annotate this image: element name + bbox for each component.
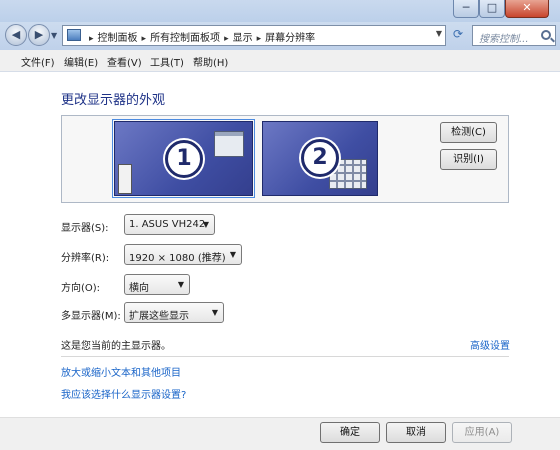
title-bar: ─ □ ✕ (0, 0, 560, 22)
detect-button[interactable]: 检测(C) (440, 122, 497, 143)
forward-arrow-icon: ▶ (34, 28, 44, 41)
breadcrumb-separator-icon[interactable]: ▸ (142, 34, 147, 44)
address-bar[interactable]: ▸ 控制面板 ▸ 所有控制面板项 ▸ 显示 ▸ 屏幕分辨率 ▼ (62, 25, 446, 46)
recent-pages-dropdown-icon[interactable]: ▼ (51, 31, 57, 40)
resolution-select[interactable]: 1920 × 1080 (推荐) ▼ (124, 244, 242, 265)
main-display-info: 这是您当前的主显示器。 (61, 341, 171, 352)
menu-view[interactable]: 查看(V) (107, 54, 142, 69)
search-placeholder: 搜索控制... (479, 34, 529, 45)
menu-edit[interactable]: 编辑(E) (64, 54, 98, 69)
navigation-bar: ◀ ▶ ▼ ▸ 控制面板 ▸ 所有控制面板项 ▸ 显示 ▸ 屏幕分辨率 ▼ ⟳ 搜索控制... (0, 22, 560, 50)
content-area: 更改显示器的外观 1 2 检测(C) 识别(I) 显示器(S): 1. ASUS… (0, 72, 560, 417)
search-input[interactable]: 搜索控制... (472, 25, 556, 46)
breadcrumb-separator-icon[interactable]: ▸ (257, 34, 262, 44)
orientation-value: 横向 (129, 283, 149, 294)
taskbar-icon (118, 164, 132, 194)
resolution-label: 分辨率(R): (61, 253, 110, 264)
multiple-displays-select[interactable]: 扩展这些显示 ▼ (124, 302, 224, 323)
chevron-down-icon: ▼ (211, 308, 218, 317)
breadcrumb-all-items[interactable]: 所有控制面板项 (150, 33, 220, 44)
cancel-button[interactable]: 取消 (386, 422, 446, 443)
breadcrumb-separator-icon: ▸ (89, 34, 94, 44)
window-icon (214, 131, 244, 157)
multiple-displays-label: 多显示器(M): (61, 311, 121, 322)
menu-bar: 文件(F) 编辑(E) 查看(V) 工具(T) 帮助(H) (0, 50, 560, 72)
back-button[interactable]: ◀ (5, 24, 27, 46)
display-label: 显示器(S): (61, 223, 109, 234)
orientation-label: 方向(O): (61, 283, 101, 294)
chevron-down-icon: ▼ (229, 250, 236, 259)
monitor-1-number: 1 (165, 140, 203, 178)
page-title: 更改显示器的外观 (61, 93, 166, 108)
address-dropdown-icon[interactable]: ▼ (436, 29, 442, 38)
refresh-icon[interactable]: ⟳ (449, 27, 467, 45)
ok-button[interactable]: 确定 (320, 422, 380, 443)
search-icon[interactable] (541, 30, 551, 40)
control-panel-icon (67, 29, 81, 41)
breadcrumb-display[interactable]: 显示 (233, 33, 253, 44)
identify-button[interactable]: 识别(I) (440, 149, 497, 170)
chevron-down-icon: ▼ (202, 220, 209, 229)
breadcrumb-separator-icon[interactable]: ▸ (224, 34, 229, 44)
divider (61, 356, 509, 357)
maximize-icon: □ (486, 1, 498, 14)
resolution-value: 1920 × 1080 (推荐) (129, 253, 226, 264)
apply-button[interactable]: 应用(A) (452, 422, 512, 443)
forward-button[interactable]: ▶ (28, 24, 50, 46)
breadcrumb-control-panel[interactable]: 控制面板 (98, 33, 138, 44)
monitor-arrangement-panel: 1 2 检测(C) 识别(I) (61, 115, 509, 203)
multiple-displays-value: 扩展这些显示 (129, 311, 189, 322)
display-value: 1. ASUS VH242 (129, 219, 206, 230)
minimize-button[interactable]: ─ (453, 0, 479, 18)
text-size-link[interactable]: 放大或缩小文本和其他项目 (61, 364, 181, 379)
back-arrow-icon: ◀ (11, 28, 21, 41)
monitor-1[interactable]: 1 (112, 119, 255, 198)
chevron-down-icon: ▼ (177, 280, 184, 289)
monitor-2[interactable]: 2 (262, 121, 378, 196)
breadcrumb: ▸ 控制面板 ▸ 所有控制面板项 ▸ 显示 ▸ 屏幕分辨率 (85, 29, 315, 44)
minimize-icon: ─ (462, 1, 470, 14)
display-settings-help-link[interactable]: 我应该选择什么显示器设置? (61, 386, 186, 401)
close-icon: ✕ (522, 1, 532, 14)
button-bar: 确定 取消 应用(A) (0, 417, 560, 450)
monitor-2-number: 2 (301, 139, 339, 177)
maximize-button[interactable]: □ (479, 0, 505, 18)
menu-help[interactable]: 帮助(H) (193, 54, 228, 69)
close-button[interactable]: ✕ (505, 0, 549, 18)
display-select[interactable]: 1. ASUS VH242 ▼ (124, 214, 215, 235)
menu-file[interactable]: 文件(F) (21, 54, 55, 69)
orientation-select[interactable]: 横向 ▼ (124, 274, 190, 295)
menu-tools[interactable]: 工具(T) (150, 54, 184, 69)
breadcrumb-screen-resolution[interactable]: 屏幕分辨率 (265, 33, 315, 44)
advanced-settings-link[interactable]: 高级设置 (470, 337, 510, 352)
